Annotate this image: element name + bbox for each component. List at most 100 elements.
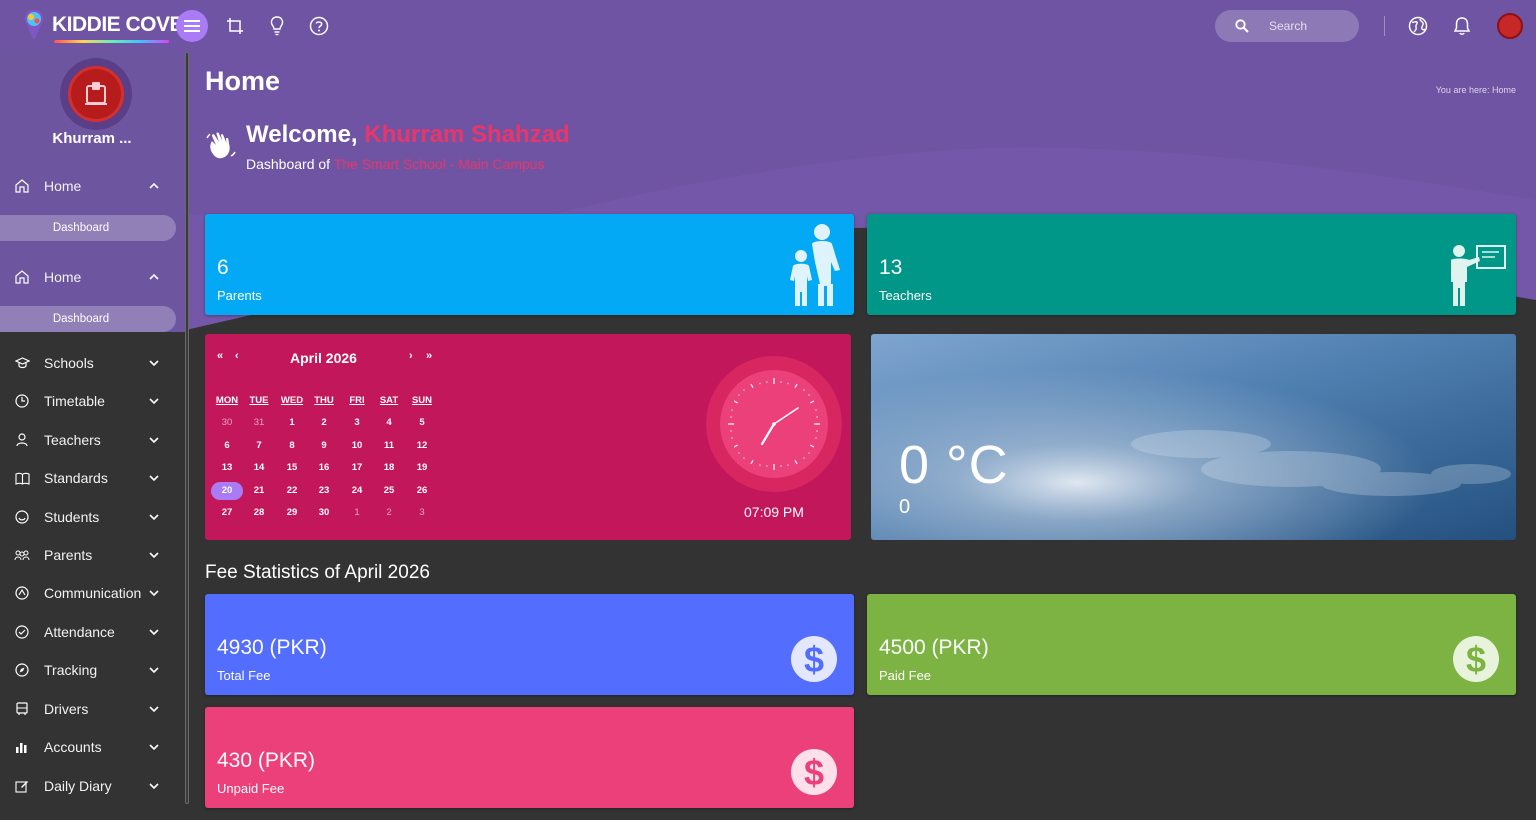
dashboard-of-label: Dashboard of bbox=[246, 156, 331, 172]
chevron-down-icon bbox=[148, 511, 160, 523]
chevron-down-icon bbox=[148, 357, 160, 369]
sidebar-sub-dashboard[interactable]: Dashboard bbox=[0, 215, 176, 241]
calendar-day-today[interactable]: 20 bbox=[211, 482, 243, 500]
unpaid-fee-card[interactable]: 430 (PKR) Unpaid Fee $ bbox=[205, 707, 854, 808]
notifications-button[interactable] bbox=[1450, 14, 1474, 38]
parents-count: 6 bbox=[217, 256, 229, 279]
teachers-count: 13 bbox=[879, 256, 903, 279]
sidebar-item-parents[interactable]: Parents bbox=[0, 540, 176, 570]
language-button[interactable] bbox=[1406, 14, 1430, 38]
calendar-day[interactable]: 21 bbox=[244, 482, 274, 500]
teachers-card[interactable]: 13 Teachers bbox=[867, 214, 1516, 315]
sidebar-item-label: Schools bbox=[44, 355, 94, 371]
calendar-day[interactable]: 22 bbox=[277, 482, 307, 500]
weekday-header: WED bbox=[280, 395, 304, 406]
search-input[interactable] bbox=[1269, 19, 1349, 33]
calendar-day[interactable]: 6 bbox=[212, 437, 242, 455]
sidebar-item-students[interactable]: Students bbox=[0, 502, 176, 532]
calendar-day[interactable]: 3 bbox=[342, 414, 372, 432]
sidebar-item-tracking[interactable]: Tracking bbox=[0, 655, 176, 685]
brand[interactable]: KIDDIE COVE bbox=[20, 8, 184, 42]
sidebar-item-schools[interactable]: Schools bbox=[0, 348, 176, 378]
calendar-day[interactable]: 31 bbox=[244, 414, 274, 432]
calendar-day[interactable]: 27 bbox=[212, 504, 242, 522]
calendar-day[interactable]: 7 bbox=[244, 437, 274, 455]
calendar-month[interactable]: April 2026 bbox=[290, 350, 357, 366]
calendar-day[interactable]: 23 bbox=[309, 482, 339, 500]
sidebar-sub-dashboard[interactable]: Dashboard bbox=[0, 306, 176, 332]
teacher-board-icon bbox=[1445, 242, 1507, 313]
sidebar-scrollbar[interactable] bbox=[185, 52, 189, 804]
chevron-down-icon bbox=[148, 741, 160, 753]
profile-avatar[interactable] bbox=[60, 58, 132, 130]
sidebar-item-standards[interactable]: Standards bbox=[0, 463, 176, 493]
calendar-day[interactable]: 1 bbox=[277, 414, 307, 432]
parent-child-icon bbox=[785, 224, 845, 313]
calendar-day[interactable]: 11 bbox=[374, 437, 404, 455]
calendar-day[interactable]: 4 bbox=[374, 414, 404, 432]
weather-card: 0 °C 0 bbox=[871, 334, 1516, 540]
sidebar-item-daily-diary[interactable]: Daily Diary bbox=[0, 771, 176, 801]
clock-icon bbox=[14, 393, 30, 409]
calendar-day[interactable]: 16 bbox=[309, 459, 339, 477]
breadcrumb-current[interactable]: Home bbox=[1492, 85, 1516, 95]
sidebar-item-communication[interactable]: Communication bbox=[0, 578, 176, 608]
calendar-day[interactable]: 17 bbox=[342, 459, 372, 477]
search-box[interactable] bbox=[1215, 10, 1359, 42]
next-month-button[interactable]: › bbox=[409, 350, 413, 362]
edit-icon bbox=[14, 778, 30, 794]
total-fee-card[interactable]: 4930 (PKR) Total Fee $ bbox=[205, 594, 854, 695]
paid-fee-card[interactable]: 4500 (PKR) Paid Fee $ bbox=[867, 594, 1516, 695]
calendar-day[interactable]: 28 bbox=[244, 504, 274, 522]
bus-icon bbox=[14, 701, 30, 717]
calendar-day[interactable]: 18 bbox=[374, 459, 404, 477]
sidebar-item-home[interactable]: Home bbox=[0, 171, 176, 201]
calendar-day[interactable]: 19 bbox=[407, 459, 437, 477]
avatar[interactable] bbox=[1497, 13, 1523, 39]
calendar-day[interactable]: 24 bbox=[342, 482, 372, 500]
calendar-day[interactable]: 10 bbox=[342, 437, 372, 455]
calendar-day[interactable]: 30 bbox=[309, 504, 339, 522]
sidebar-item-accounts[interactable]: Accounts bbox=[0, 732, 176, 762]
profile-name[interactable]: Khurram ... bbox=[0, 130, 184, 147]
calendar-day[interactable]: 2 bbox=[374, 504, 404, 522]
calendar-day[interactable]: 29 bbox=[277, 504, 307, 522]
school-name: The Smart School - Main Campus bbox=[333, 156, 545, 172]
page-title: Home bbox=[205, 66, 281, 96]
prev-year-button[interactable]: « bbox=[217, 350, 223, 362]
sidebar-item-teachers[interactable]: Teachers bbox=[0, 425, 176, 455]
help-button[interactable] bbox=[307, 14, 331, 38]
calendar-day[interactable]: 2 bbox=[309, 414, 339, 432]
calendar-day[interactable]: 3 bbox=[407, 504, 437, 522]
home-icon bbox=[14, 269, 30, 285]
sidebar-item-drivers[interactable]: Drivers bbox=[0, 694, 176, 724]
parents-label: Parents bbox=[217, 288, 262, 303]
prev-month-button[interactable]: ‹ bbox=[235, 350, 239, 362]
sidebar-item-attendance[interactable]: Attendance bbox=[0, 617, 176, 647]
calendar-day[interactable]: 15 bbox=[277, 459, 307, 477]
calendar-day[interactable]: 9 bbox=[309, 437, 339, 455]
brand-logo-icon bbox=[20, 8, 48, 42]
calendar-day[interactable]: 26 bbox=[407, 482, 437, 500]
calendar-day[interactable]: 25 bbox=[374, 482, 404, 500]
parents-card[interactable]: 6 Parents bbox=[205, 214, 854, 315]
calendar-clock-card: « ‹ April 2026 › » MON TUE WED THU FRI S… bbox=[205, 334, 851, 540]
calendar-day[interactable]: 1 bbox=[342, 504, 372, 522]
chevron-down-icon bbox=[148, 472, 160, 484]
calendar-day[interactable]: 8 bbox=[277, 437, 307, 455]
calendar-day[interactable]: 12 bbox=[407, 437, 437, 455]
next-year-button[interactable]: » bbox=[426, 350, 432, 362]
sidebar-item-label: Students bbox=[44, 509, 100, 525]
idea-button[interactable] bbox=[265, 14, 289, 38]
calendar-day[interactable]: 13 bbox=[212, 459, 242, 477]
sidebar-item-timetable[interactable]: Timetable bbox=[0, 386, 176, 416]
menu-toggle-button[interactable] bbox=[176, 10, 208, 42]
calendar-day[interactable]: 5 bbox=[407, 414, 437, 432]
topbar-divider bbox=[1384, 16, 1385, 36]
calendar-day[interactable]: 14 bbox=[244, 459, 274, 477]
sidebar-item-label: Accounts bbox=[44, 739, 102, 755]
sidebar-item-home[interactable]: Home bbox=[0, 262, 176, 292]
calendar-day[interactable]: 30 bbox=[212, 414, 242, 432]
crop-button[interactable] bbox=[223, 14, 247, 38]
school-crest-icon bbox=[85, 82, 107, 105]
